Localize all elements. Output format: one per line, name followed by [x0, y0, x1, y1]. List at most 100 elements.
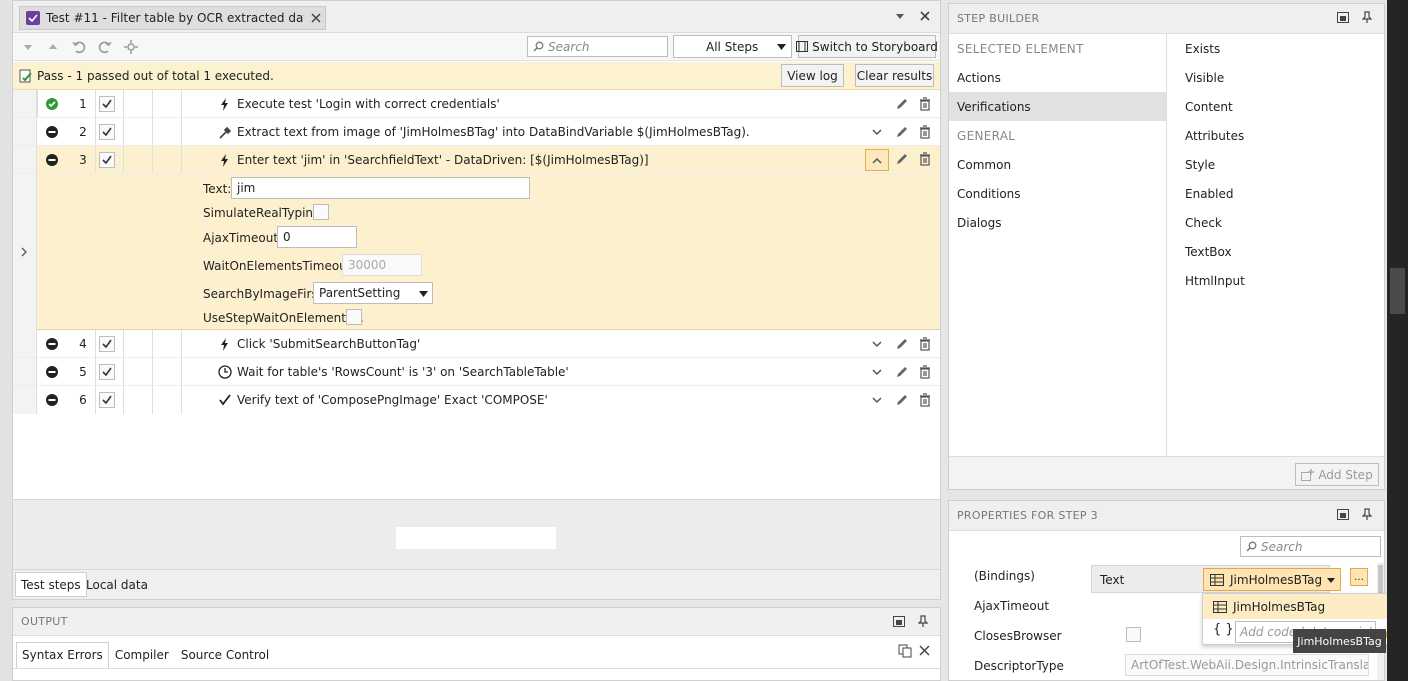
dropdown-option[interactable]: JimHolmesBTag: [1203, 594, 1399, 619]
wait-timeout-label: WaitOnElementsTimeout:: [203, 259, 356, 273]
step-row-6[interactable]: 6 Verify text of 'ComposePngImage' Exact…: [13, 386, 940, 414]
text-field-label: Text:: [203, 182, 232, 196]
step-row-1[interactable]: 1 Execute test 'Login with correct crede…: [13, 90, 940, 118]
simulate-typing-checkbox[interactable]: [313, 204, 329, 220]
expand-step-icon[interactable]: [865, 334, 889, 354]
binding-more-button[interactable]: …: [1350, 568, 1368, 586]
step-row-2[interactable]: 2 Extract text from image of 'JimHolmesB…: [13, 118, 940, 146]
copy-icon[interactable]: [898, 644, 912, 658]
expand-step-icon[interactable]: [865, 390, 889, 410]
delete-step-icon[interactable]: [913, 94, 937, 114]
verify-check[interactable]: Check: [1177, 208, 1377, 237]
tab-compiler[interactable]: Compiler: [109, 642, 175, 668]
dropdown-arrow-icon[interactable]: [895, 11, 905, 21]
step-enabled-checkbox[interactable]: [99, 364, 115, 380]
verify-content[interactable]: Content: [1177, 92, 1377, 121]
property-descriptor-type[interactable]: DescriptorType ArtOfTest.WebAii.Design.I…: [949, 651, 1382, 680]
pin-icon[interactable]: [1362, 11, 1372, 23]
notrun-status-icon: [46, 154, 58, 166]
step-enabled-checkbox[interactable]: [99, 152, 115, 168]
delete-step-icon[interactable]: [913, 149, 937, 169]
clear-results-button[interactable]: Clear results: [855, 64, 934, 87]
collapse-step-icon[interactable]: [865, 149, 889, 171]
step-row-3[interactable]: 3 Enter text 'jim' in 'SearchfieldText' …: [13, 146, 940, 174]
binding-value-select[interactable]: JimHolmesBTag: [1203, 568, 1341, 591]
step-enabled-checkbox[interactable]: [99, 336, 115, 352]
editor-toolbar: Search All Steps Switch to Storyboard: [13, 33, 940, 61]
verify-htmlinput[interactable]: HtmlInput: [1177, 266, 1377, 295]
delete-step-icon[interactable]: [913, 122, 937, 142]
move-up-icon[interactable]: [48, 42, 58, 52]
use-step-wait-checkbox[interactable]: [346, 309, 362, 325]
edit-step-icon[interactable]: [889, 94, 913, 114]
step-enabled-checkbox[interactable]: [99, 392, 115, 408]
close-tab-icon[interactable]: [310, 12, 322, 24]
float-panel-icon[interactable]: [893, 616, 905, 627]
category-dialogs[interactable]: Dialogs: [949, 208, 1166, 237]
property-bindings[interactable]: (Bindings) Text JimHolmesBTag …: [949, 561, 1382, 593]
verify-enabled[interactable]: Enabled: [1177, 179, 1377, 208]
edit-step-icon[interactable]: [889, 122, 913, 142]
step-enabled-checkbox[interactable]: [99, 124, 115, 140]
wait-timeout-input[interactable]: 30000: [342, 254, 422, 276]
output-panel: OUTPUT Syntax Errors Compiler Source Con…: [12, 607, 941, 681]
tab-syntax-errors[interactable]: Syntax Errors: [16, 641, 109, 668]
switch-storyboard-button[interactable]: Switch to Storyboard: [796, 35, 938, 58]
verify-style[interactable]: Style: [1177, 150, 1377, 179]
properties-panel: PROPERTIES FOR STEP 3 Search (Bindings) …: [948, 500, 1385, 681]
pin-icon[interactable]: [918, 615, 928, 627]
step-row-4[interactable]: 4 Click 'SubmitSearchButtonTag': [13, 330, 940, 358]
properties-search-input[interactable]: Search: [1240, 536, 1381, 557]
verify-visible[interactable]: Visible: [1177, 63, 1377, 92]
document-tab[interactable]: Test #11 - Filter table by OCR extracted…: [19, 6, 326, 30]
ajax-timeout-input[interactable]: 0: [277, 226, 357, 248]
add-step-button[interactable]: Add Step: [1295, 463, 1379, 486]
add-step-icon: [1301, 468, 1315, 481]
tab-source-control[interactable]: Source Control: [175, 642, 275, 668]
steps-filter-select[interactable]: All Steps: [673, 35, 792, 58]
edit-step-icon[interactable]: [889, 149, 913, 169]
step-enabled-checkbox[interactable]: [99, 96, 115, 112]
properties-search-placeholder: Search: [1261, 539, 1303, 554]
delete-step-icon[interactable]: [913, 362, 937, 382]
step-options-icon[interactable]: [123, 39, 139, 55]
text-field-input[interactable]: jim: [231, 177, 530, 199]
steps-search-input[interactable]: Search: [527, 36, 668, 57]
delete-step-icon[interactable]: [913, 334, 937, 354]
section-selected-element: SELECTED ELEMENT: [957, 41, 1084, 56]
verify-attributes[interactable]: Attributes: [1177, 121, 1377, 150]
category-conditions[interactable]: Conditions: [949, 179, 1166, 208]
clear-output-icon[interactable]: [919, 645, 930, 656]
notrun-status-icon: [46, 366, 58, 378]
edit-step-icon[interactable]: [889, 390, 913, 410]
step-row-5[interactable]: 5 Wait for table's 'RowsCount' is '3' on…: [13, 358, 940, 386]
tab-local-data[interactable]: Local data: [81, 572, 153, 597]
category-verifications[interactable]: Verifications: [949, 92, 1166, 121]
delete-step-icon[interactable]: [913, 390, 937, 410]
step-number: 6: [79, 393, 87, 407]
redo-icon[interactable]: [97, 39, 113, 55]
float-panel-icon[interactable]: [1337, 509, 1349, 520]
expand-step-icon[interactable]: [865, 122, 889, 142]
search-by-image-select[interactable]: ParentSetting: [313, 282, 433, 304]
expand-step-icon[interactable]: [865, 362, 889, 382]
pin-icon[interactable]: [1362, 508, 1372, 520]
verify-textbox[interactable]: TextBox: [1177, 237, 1377, 266]
close-panel-icon[interactable]: [919, 10, 931, 22]
tab-test-steps[interactable]: Test steps: [15, 572, 87, 597]
move-down-icon[interactable]: [23, 42, 33, 52]
verify-exists[interactable]: Exists: [1177, 34, 1377, 63]
category-actions[interactable]: Actions: [949, 63, 1166, 92]
closes-browser-checkbox[interactable]: [1126, 627, 1141, 642]
output-title: OUTPUT: [13, 608, 940, 636]
category-common[interactable]: Common: [949, 150, 1166, 179]
float-panel-icon[interactable]: [1337, 12, 1349, 23]
builder-footer: Add Step: [949, 456, 1384, 489]
ajax-timeout-label: AjaxTimeout:: [203, 231, 283, 245]
step-number: 3: [79, 153, 87, 167]
edit-step-icon[interactable]: [889, 334, 913, 354]
expand-chevron-icon[interactable]: [13, 174, 37, 330]
edit-step-icon[interactable]: [889, 362, 913, 382]
undo-icon[interactable]: [71, 39, 87, 55]
view-log-button[interactable]: View log: [781, 64, 844, 87]
